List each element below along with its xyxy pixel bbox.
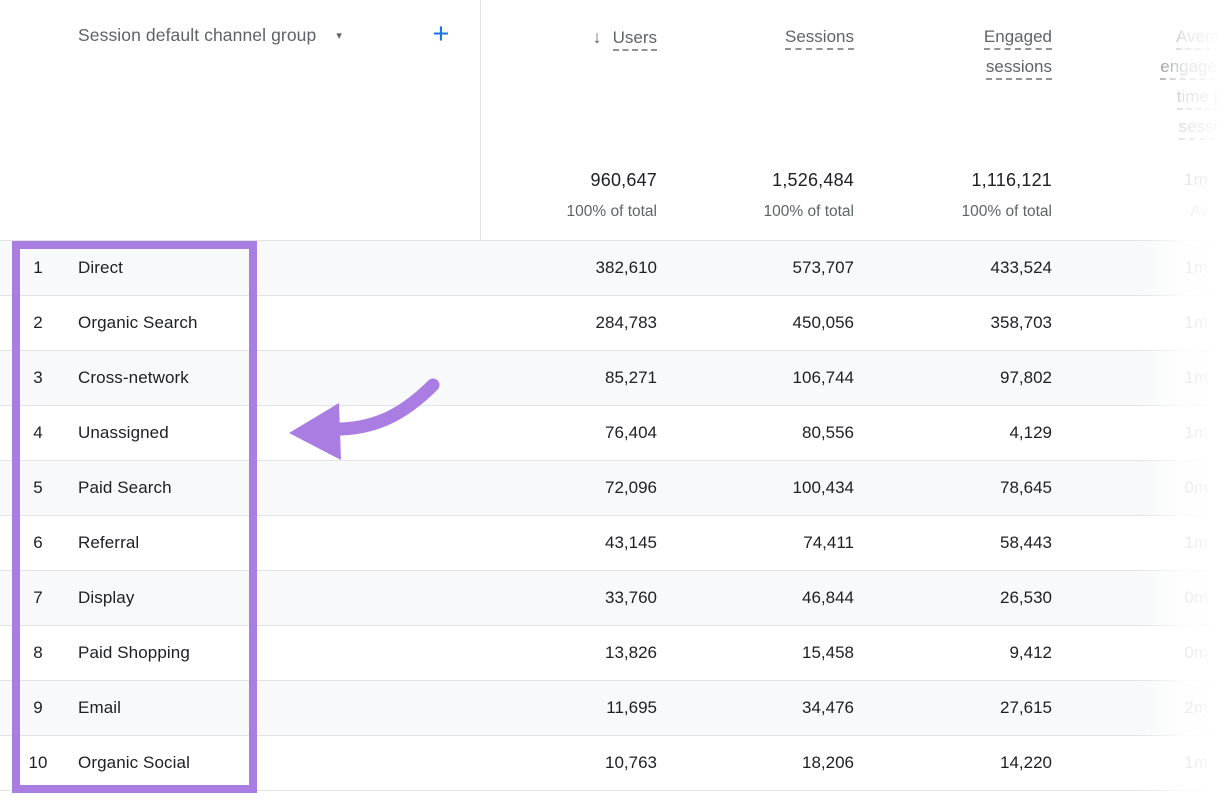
table-row: 3 Cross-network 85,271 106,744 97,802 1m — [0, 351, 1218, 406]
sessions-value: 74,411 — [667, 516, 854, 570]
engaged-value: 58,443 — [865, 516, 1052, 570]
analytics-table-page: Session default channel group ▾ + ↓ Users… — [0, 0, 1218, 807]
users-value: 72,096 — [470, 461, 657, 515]
channel-name: Email — [78, 681, 438, 735]
avg-time-value: 1m — [1058, 406, 1208, 460]
users-value: 43,145 — [470, 516, 657, 570]
sessions-header-label: Sessions — [785, 27, 854, 50]
table-row: 2 Organic Search 284,783 450,056 358,703… — [0, 296, 1218, 351]
engaged-value: 26,530 — [865, 571, 1052, 625]
table-row: 1 Direct 382,610 573,707 433,524 1m — [0, 241, 1218, 296]
dimension-selector[interactable]: Session default channel group ▾ — [78, 22, 342, 48]
column-header-engaged-sessions[interactable]: Engaged sessions — [892, 22, 1052, 82]
avg-header-line4: session — [1179, 117, 1218, 140]
column-header-sessions[interactable]: Sessions — [697, 22, 854, 52]
sessions-value: 15,458 — [667, 626, 854, 680]
dimension-label: Session default channel group — [78, 25, 316, 46]
row-index: 1 — [20, 241, 56, 295]
total-avg-engagement-share: Av — [1058, 203, 1208, 221]
avg-header-line3: time per — [1177, 87, 1218, 110]
engaged-value: 97,802 — [865, 351, 1052, 405]
sessions-value: 34,476 — [667, 681, 854, 735]
table-row: 9 Email 11,695 34,476 27,615 2m — [0, 681, 1218, 736]
channel-name: Display — [78, 571, 438, 625]
row-index: 8 — [20, 626, 56, 680]
engaged-value: 4,129 — [865, 406, 1052, 460]
column-header-avg-engagement-time[interactable]: Average engagement time per session — [1115, 22, 1218, 142]
total-engaged-sessions: 1,116,121 — [865, 170, 1052, 191]
users-value: 76,404 — [470, 406, 657, 460]
channel-name: Organic Search — [78, 296, 438, 350]
table-body: 1 Direct 382,610 573,707 433,524 1m 2 Or… — [0, 240, 1218, 791]
total-sessions: 1,526,484 — [667, 170, 854, 191]
engaged-value: 433,524 — [865, 241, 1052, 295]
channel-name: Referral — [78, 516, 438, 570]
sort-descending-icon: ↓ — [593, 27, 602, 47]
table-row: 4 Unassigned 76,404 80,556 4,129 1m — [0, 406, 1218, 461]
add-dimension-button[interactable]: + — [427, 16, 455, 52]
avg-header-line2: engagement — [1160, 57, 1218, 80]
engaged-value: 358,703 — [865, 296, 1052, 350]
channel-name: Unassigned — [78, 406, 438, 460]
sessions-value: 106,744 — [667, 351, 854, 405]
avg-time-value: 0m — [1058, 626, 1208, 680]
sessions-value: 46,844 — [667, 571, 854, 625]
sessions-value: 100,434 — [667, 461, 854, 515]
channel-name: Cross-network — [78, 351, 438, 405]
channel-name: Paid Shopping — [78, 626, 438, 680]
sessions-value: 573,707 — [667, 241, 854, 295]
total-sessions-share: 100% of total — [667, 203, 854, 221]
row-index: 5 — [20, 461, 56, 515]
users-value: 85,271 — [470, 351, 657, 405]
avg-header-line1: Average — [1176, 27, 1218, 50]
column-header-users[interactable]: ↓ Users — [500, 22, 657, 53]
row-index: 10 — [20, 736, 56, 790]
sessions-value: 450,056 — [667, 296, 854, 350]
row-index: 3 — [20, 351, 56, 405]
channel-name: Direct — [78, 241, 438, 295]
avg-time-value: 0m — [1058, 461, 1208, 515]
engaged-header-line1: Engaged — [984, 27, 1052, 50]
avg-time-value: 0m — [1058, 571, 1208, 625]
engaged-value: 14,220 — [865, 736, 1052, 790]
avg-time-value: 1m — [1058, 516, 1208, 570]
total-users: 960,647 — [470, 170, 657, 191]
engaged-value: 27,615 — [865, 681, 1052, 735]
row-index: 2 — [20, 296, 56, 350]
users-value: 13,826 — [470, 626, 657, 680]
users-value: 33,760 — [470, 571, 657, 625]
engaged-value: 9,412 — [865, 626, 1052, 680]
avg-time-value: 2m — [1058, 681, 1208, 735]
row-index: 9 — [20, 681, 56, 735]
avg-time-value: 1m — [1058, 736, 1208, 790]
table-row: 8 Paid Shopping 13,826 15,458 9,412 0m — [0, 626, 1218, 681]
table-row: 5 Paid Search 72,096 100,434 78,645 0m — [0, 461, 1218, 516]
engaged-header-line2: sessions — [986, 57, 1052, 80]
users-value: 382,610 — [470, 241, 657, 295]
users-value: 11,695 — [470, 681, 657, 735]
table-row: 6 Referral 43,145 74,411 58,443 1m — [0, 516, 1218, 571]
engaged-value: 78,645 — [865, 461, 1052, 515]
sessions-value: 80,556 — [667, 406, 854, 460]
avg-time-value: 1m — [1058, 296, 1208, 350]
channel-name: Paid Search — [78, 461, 438, 515]
total-engaged-sessions-share: 100% of total — [865, 203, 1052, 221]
row-index: 7 — [20, 571, 56, 625]
table-row: 10 Organic Social 10,763 18,206 14,220 1… — [0, 736, 1218, 791]
total-users-share: 100% of total — [470, 203, 657, 221]
row-index: 6 — [20, 516, 56, 570]
sessions-value: 18,206 — [667, 736, 854, 790]
total-avg-engagement-time: 1m — [1058, 170, 1208, 190]
channel-name: Organic Social — [78, 736, 438, 790]
chevron-down-icon: ▾ — [336, 28, 342, 42]
plus-icon: + — [433, 18, 450, 50]
users-value: 284,783 — [470, 296, 657, 350]
avg-time-value: 1m — [1058, 351, 1208, 405]
avg-time-value: 1m — [1058, 241, 1208, 295]
table-row: 7 Display 33,760 46,844 26,530 0m — [0, 571, 1218, 626]
row-index: 4 — [20, 406, 56, 460]
users-value: 10,763 — [470, 736, 657, 790]
users-header-label: Users — [613, 28, 657, 51]
